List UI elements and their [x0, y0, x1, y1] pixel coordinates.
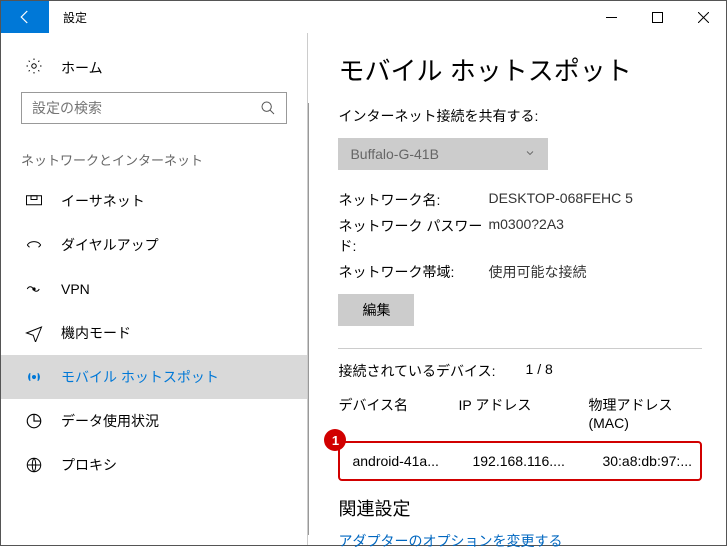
net-name-label: ネットワーク名: [338, 190, 488, 210]
sidebar-item-vpn[interactable]: VPN [1, 267, 307, 311]
main-panel: モバイル ホットスポット インターネット接続を共有する: Buffalo-G-4… [307, 33, 726, 545]
sidebar-item-ethernet[interactable]: イーサネット [1, 179, 307, 223]
data-usage-icon [25, 412, 43, 430]
sidebar-item-proxy[interactable]: プロキシ [1, 443, 307, 487]
search-field[interactable] [22, 100, 250, 116]
search-icon [250, 100, 286, 116]
col-ip: IP アドレス [458, 395, 588, 431]
sidebar: ホーム ネットワークとインターネット イーサネット ダイヤルアップ VPN 機内… [1, 33, 307, 545]
search-input[interactable] [21, 92, 287, 124]
sidebar-item-label: VPN [61, 281, 90, 297]
sidebar-item-label: 機内モード [61, 323, 131, 343]
device-name: android-41a... [352, 453, 472, 469]
share-label: インターネット接続を共有する: [338, 106, 702, 126]
dialup-icon [25, 238, 43, 252]
adapter-select[interactable]: Buffalo-G-41B [338, 138, 548, 170]
device-row-highlight: android-41a... 192.168.116.... 30:a8:db:… [338, 441, 702, 481]
connected-count: 1 / 8 [526, 361, 553, 381]
sidebar-item-label: データ使用状況 [61, 411, 159, 431]
maximize-button[interactable] [634, 1, 680, 33]
net-pwd-label: ネットワーク パスワード: [338, 216, 488, 256]
chevron-down-icon [524, 146, 536, 162]
home-label: ホーム [61, 58, 103, 78]
back-button[interactable] [1, 1, 49, 33]
proxy-icon [25, 456, 43, 474]
device-row[interactable]: android-41a... 192.168.116.... 30:a8:db:… [338, 443, 700, 479]
related-title: 関連設定 [338, 495, 702, 521]
sidebar-item-label: プロキシ [61, 455, 117, 475]
device-mac: 30:a8:db:97:... [602, 453, 692, 469]
net-pwd-value: m0300?2A3 [488, 216, 702, 256]
home-button[interactable]: ホーム [21, 51, 287, 92]
airplane-icon [25, 324, 43, 342]
sidebar-item-label: モバイル ホットスポット [61, 367, 219, 387]
net-band-value: 使用可能な接続 [488, 262, 702, 282]
net-band-label: ネットワーク帯域: [338, 262, 488, 282]
adapter-options-link[interactable]: アダプターのオプションを変更する [338, 531, 702, 551]
gear-icon [25, 57, 43, 78]
window-title: 設定 [49, 1, 588, 33]
col-device: デバイス名 [338, 395, 458, 431]
sidebar-item-datausage[interactable]: データ使用状況 [1, 399, 307, 443]
vpn-icon [25, 282, 43, 296]
category-label: ネットワークとインターネット [1, 150, 307, 179]
edit-button[interactable]: 編集 [338, 294, 414, 326]
adapter-value: Buffalo-G-41B [350, 146, 438, 162]
device-ip: 192.168.116.... [472, 453, 602, 469]
sidebar-item-dialup[interactable]: ダイヤルアップ [1, 223, 307, 267]
sidebar-item-label: イーサネット [61, 191, 145, 211]
close-button[interactable] [680, 1, 726, 33]
minimize-button[interactable] [588, 1, 634, 33]
connected-label: 接続されているデバイス: [338, 361, 495, 381]
net-name-value: DESKTOP-068FEHC 5 [488, 190, 702, 210]
ethernet-icon [25, 194, 43, 208]
sidebar-item-label: ダイヤルアップ [61, 235, 159, 255]
col-mac: 物理アドレス (MAC) [588, 395, 702, 431]
hotspot-icon [25, 368, 43, 386]
sidebar-item-airplane[interactable]: 機内モード [1, 311, 307, 355]
page-title: モバイル ホットスポット [338, 51, 702, 88]
sidebar-item-hotspot[interactable]: モバイル ホットスポット [1, 355, 307, 399]
